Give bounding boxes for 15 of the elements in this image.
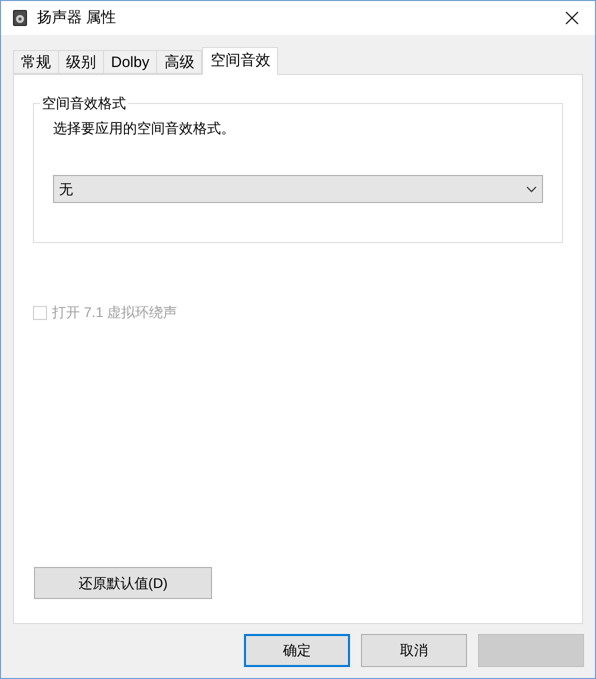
speaker-icon xyxy=(13,10,27,26)
description: 选择要应用的空间音效格式。 xyxy=(53,119,236,138)
tab[interactable]: 高级 xyxy=(156,50,202,74)
cancel-button[interactable]: 取消 xyxy=(361,634,467,667)
restore-defaults-button[interactable]: 还原默认值(D) xyxy=(34,567,212,599)
window-title: 扬声器 属性 xyxy=(37,8,116,28)
close-icon[interactable] xyxy=(565,11,579,25)
format-dropdown[interactable]: 无 xyxy=(53,175,543,203)
ok-button[interactable]: 确定 xyxy=(244,634,350,667)
tab[interactable]: 空间音效 xyxy=(202,47,278,75)
tab[interactable]: 常规 xyxy=(13,50,59,74)
tab[interactable]: Dolby xyxy=(103,50,158,74)
chevron-down-icon xyxy=(526,186,537,192)
tab[interactable]: 级别 xyxy=(58,50,104,74)
checkbox-label: 打开 7.1 虚拟环绕声 xyxy=(52,303,178,322)
